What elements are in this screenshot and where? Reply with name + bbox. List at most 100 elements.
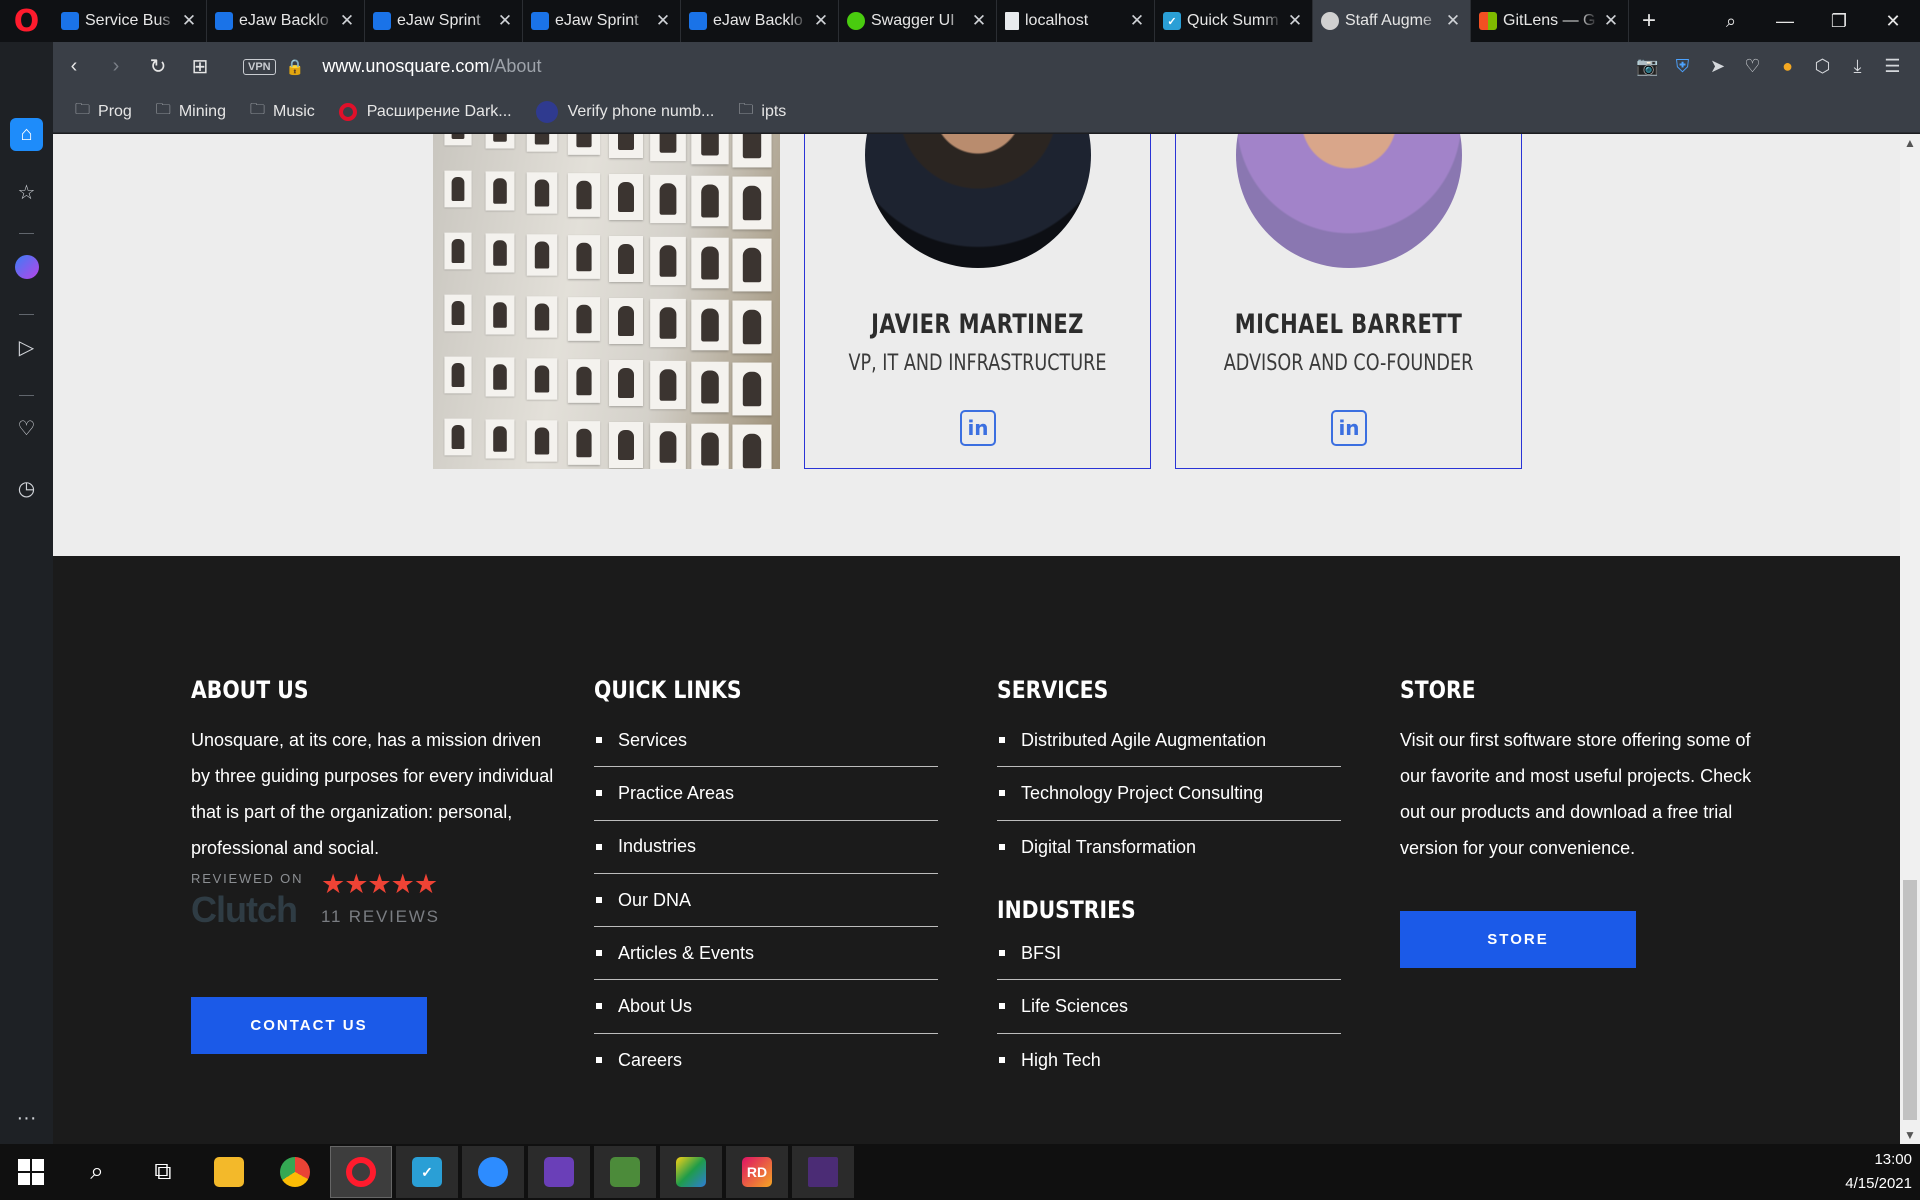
service-link-digital-transformation[interactable]: Digital Transformation	[997, 821, 1341, 874]
opera-logo-icon[interactable]: O	[0, 0, 53, 42]
linkedin-icon[interactable]: in	[1331, 410, 1367, 446]
windows-start-icon[interactable]	[0, 1146, 62, 1198]
download-icon[interactable]: ⤓	[1840, 56, 1875, 77]
tab-ejaw-backlog[interactable]: eJaw Backlo ✕	[681, 0, 839, 42]
tab-ejaw-backlog[interactable]: eJaw Backlo ✕	[207, 0, 365, 42]
close-icon[interactable]: ✕	[496, 11, 514, 31]
history-icon[interactable]: ◷	[10, 472, 43, 505]
player-icon[interactable]: ▷	[10, 331, 43, 364]
lightbulb-icon[interactable]: ●	[1770, 56, 1805, 77]
url-field[interactable]: www.unosquare.com/About	[322, 56, 541, 77]
dev-tool-icon[interactable]	[660, 1146, 722, 1198]
bookmark-dark-extension[interactable]: Расширение Dark...	[338, 102, 512, 121]
tab-ejaw-sprint[interactable]: eJaw Sprint ✕	[365, 0, 523, 42]
photo-card	[444, 418, 472, 456]
checkbox-icon: ✓	[1163, 12, 1181, 30]
tab-staff-augmentation[interactable]: Staff Augme ✕	[1313, 0, 1471, 42]
file-explorer-icon[interactable]	[198, 1146, 260, 1198]
industry-link-bfsi[interactable]: BFSI	[997, 927, 1341, 981]
quick-link-careers[interactable]: Careers	[594, 1034, 938, 1087]
vpn-badge[interactable]: VPN	[243, 58, 276, 75]
image-app-icon[interactable]	[594, 1146, 656, 1198]
quick-link-services[interactable]: Services	[594, 714, 938, 768]
search-icon[interactable]: ⌕	[66, 1146, 128, 1198]
quick-link-practice-areas[interactable]: Practice Areas	[594, 767, 938, 821]
photo-card	[485, 233, 515, 273]
scroll-up-icon[interactable]: ▲	[1900, 136, 1920, 150]
camera-icon[interactable]: 📷	[1630, 56, 1665, 77]
heart-icon[interactable]: ♡	[1735, 56, 1770, 77]
page-scrollbar[interactable]: ▲ ▼	[1900, 134, 1920, 1144]
close-icon[interactable]: ✕	[1128, 11, 1146, 31]
reviewed-on-label: REVIEWED ON	[191, 871, 304, 886]
close-icon[interactable]: ✕	[180, 11, 198, 31]
tab-gitlens[interactable]: GitLens — G ✕	[1471, 0, 1629, 42]
tab-service-bus[interactable]: Service Bus ✕	[53, 0, 207, 42]
tab-search-icon[interactable]: ⌕	[1704, 11, 1758, 32]
lock-icon[interactable]: 🔒	[286, 58, 305, 76]
industries-heading: INDUSTRIES	[997, 896, 1136, 924]
easy-setup-icon[interactable]: ☰	[1875, 56, 1910, 77]
service-link-technology-consulting[interactable]: Technology Project Consulting	[997, 767, 1341, 821]
bookmark-label: Mining	[178, 102, 226, 120]
close-window-icon[interactable]: ✕	[1866, 11, 1920, 32]
tiles-icon[interactable]: ⊞	[179, 54, 221, 79]
new-tab-button[interactable]: +	[1629, 7, 1669, 35]
shield-icon[interactable]: ⛨	[1665, 56, 1700, 77]
bookmark-ipts[interactable]: 🗀 ipts	[738, 99, 786, 124]
bookmark-mining[interactable]: 🗀 Mining	[156, 99, 226, 124]
rider-icon[interactable]: RD	[726, 1146, 788, 1198]
photo-card	[485, 295, 515, 335]
quick-link-about-us[interactable]: About Us	[594, 980, 938, 1034]
zoom-icon[interactable]	[462, 1146, 524, 1198]
minimize-icon[interactable]: —	[1758, 11, 1812, 32]
bookmark-verify-phone[interactable]: Verify phone numb...	[535, 100, 714, 123]
photo-card	[567, 297, 601, 341]
contact-us-button[interactable]: CONTACT US	[191, 997, 427, 1054]
linkedin-icon[interactable]: in	[960, 410, 996, 446]
heart-icon[interactable]: ♡	[10, 412, 43, 445]
industry-link-high-tech[interactable]: High Tech	[997, 1034, 1341, 1087]
send-icon[interactable]: ➤	[1700, 56, 1735, 77]
industry-link-life-sciences[interactable]: Life Sciences	[997, 980, 1341, 1034]
tab-quick-summary[interactable]: ✓ Quick Summ ✕	[1155, 0, 1313, 42]
bookmark-music[interactable]: 🗀 Music	[250, 99, 315, 124]
close-icon[interactable]: ✕	[1444, 11, 1462, 31]
more-icon[interactable]: ···	[10, 1102, 43, 1135]
tab-swagger-ui[interactable]: Swagger UI ✕	[839, 0, 997, 42]
bookmark-prog[interactable]: 🗀 Prog	[75, 99, 132, 124]
terminal-icon[interactable]	[792, 1146, 854, 1198]
forward-icon[interactable]: ›	[95, 55, 137, 78]
system-clock[interactable]: 13:00 4/15/2021	[1822, 1144, 1912, 1200]
visual-studio-icon[interactable]	[528, 1146, 590, 1198]
azure-devops-icon	[373, 12, 391, 30]
store-button[interactable]: STORE	[1400, 911, 1636, 968]
quick-link-our-dna[interactable]: Our DNA	[594, 874, 938, 928]
star-icon[interactable]: ☆	[10, 176, 43, 209]
reload-icon[interactable]: ↻	[137, 54, 179, 79]
close-icon[interactable]: ✕	[812, 11, 830, 31]
azure-boards-taskbar-icon[interactable]: ✓	[396, 1146, 458, 1198]
messenger-icon[interactable]	[10, 250, 43, 283]
close-icon[interactable]: ✕	[654, 11, 672, 31]
tab-ejaw-sprint[interactable]: eJaw Sprint ✕	[523, 0, 681, 42]
home-icon[interactable]: ⌂	[10, 118, 43, 151]
close-icon[interactable]: ✕	[338, 11, 356, 31]
close-icon[interactable]: ✕	[970, 11, 988, 31]
quick-link-articles-events[interactable]: Articles & Events	[594, 927, 938, 981]
service-link-distributed-agile[interactable]: Distributed Agile Augmentation	[997, 714, 1341, 768]
opera-taskbar-icon[interactable]	[330, 1146, 392, 1198]
tab-localhost[interactable]: localhost ✕	[997, 0, 1155, 42]
quick-link-industries[interactable]: Industries	[594, 821, 938, 874]
chrome-icon[interactable]	[264, 1146, 326, 1198]
photo-card	[526, 420, 558, 462]
scroll-down-icon[interactable]: ▼	[1900, 1128, 1920, 1142]
scrollbar-thumb[interactable]	[1903, 880, 1917, 1120]
close-icon[interactable]: ✕	[1602, 11, 1620, 31]
task-view-icon[interactable]: ⧉	[132, 1146, 194, 1198]
back-icon[interactable]: ‹	[53, 55, 95, 78]
restore-icon[interactable]: ❐	[1812, 11, 1866, 32]
web-page: JAVIER MARTINEZ VP, IT AND INFRASTRUCTUR…	[53, 134, 1900, 1144]
close-icon[interactable]: ✕	[1286, 11, 1304, 31]
cube-icon[interactable]: ⬡	[1805, 56, 1840, 77]
